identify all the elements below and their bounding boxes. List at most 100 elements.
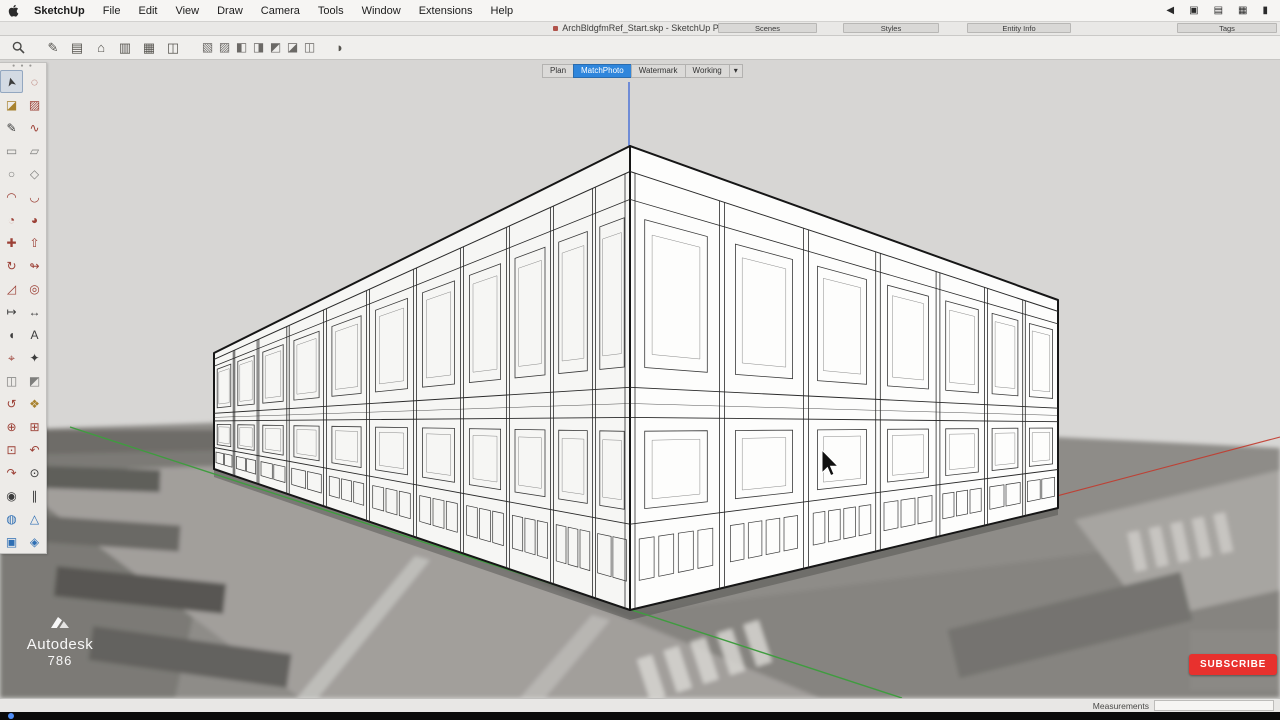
style-monochrome-icon[interactable]: ◪ <box>284 36 301 59</box>
app-menu[interactable]: SketchUp <box>25 0 94 22</box>
tool-rotated-rectangle[interactable]: ▱ <box>23 139 46 162</box>
tool-paint-bucket[interactable]: ▨ <box>23 93 46 116</box>
tool-section-plane-icon: ◫ <box>6 375 17 387</box>
menu-Camera[interactable]: Camera <box>252 5 309 17</box>
tool-look-around[interactable]: ◉ <box>0 484 23 507</box>
tool-polygon-icon: ◇ <box>30 168 39 180</box>
tool-3d-text[interactable]: ✦ <box>23 346 46 369</box>
toolbar-pad-icon[interactable]: ▤ <box>65 36 89 59</box>
tool-section-fill[interactable]: ◩ <box>23 369 46 392</box>
scene-tab-Watermark[interactable]: Watermark <box>631 64 686 78</box>
tool-circle[interactable]: ○ <box>0 162 23 185</box>
tool-two-point-arc[interactable]: ◡ <box>23 185 46 208</box>
tool-freehand[interactable]: ∿ <box>23 116 46 139</box>
tool-tape-measure[interactable]: ↦ <box>0 300 23 323</box>
tool-photo-textures[interactable]: ▣ <box>0 530 23 553</box>
dock-strip <box>0 712 1280 720</box>
apple-menu-icon[interactable] <box>8 4 19 18</box>
tool-line[interactable]: ✎ <box>0 116 23 139</box>
tool-arc[interactable]: ◠ <box>0 185 23 208</box>
menu-Window[interactable]: Window <box>353 5 410 17</box>
video-camera-icon[interactable]: ▣ <box>1189 0 1198 22</box>
tool-walk[interactable]: ∥ <box>23 484 46 507</box>
battery-icon[interactable]: ▮ <box>1262 0 1268 22</box>
tool-add-location[interactable]: ◍ <box>0 507 23 530</box>
style-textured-icon[interactable]: ◩ <box>267 36 284 59</box>
tool-lasso[interactable]: ◌ <box>23 70 46 93</box>
tool-previous-view[interactable]: ↶ <box>23 438 46 461</box>
tool-rotate[interactable]: ↻ <box>0 254 23 277</box>
tool-follow-me[interactable]: ↬ <box>23 254 46 277</box>
tool-zoom-window-icon: ⊞ <box>29 421 39 433</box>
tool-offset[interactable]: ◎ <box>23 277 46 300</box>
scene-tab-MatchPhoto[interactable]: MatchPhoto <box>573 64 632 78</box>
tool-next-view[interactable]: ↷ <box>0 461 23 484</box>
scene-tabs-overflow-icon[interactable]: ▾ <box>729 64 743 78</box>
tool-zoom[interactable]: ⊕ <box>0 415 23 438</box>
measurements-input[interactable] <box>1154 700 1274 711</box>
tool-move[interactable]: ✚ <box>0 231 23 254</box>
tool-protractor[interactable]: ◖ <box>0 323 23 346</box>
document-title: ArchBldgfmRef_Start.skp - SketchUp Pro <box>0 22 1280 35</box>
tool-freehand-icon: ∿ <box>29 122 39 134</box>
tool-next-view-icon: ↷ <box>6 467 16 479</box>
scene-tab-list: PlanMatchPhotoWatermarkWorking <box>543 64 730 78</box>
tool-eraser[interactable]: ◪ <box>0 93 23 116</box>
style-xray-icon[interactable]: ▧ <box>199 36 216 59</box>
tool-pan[interactable]: ❖ <box>23 392 46 415</box>
tray-panel-Scenes[interactable]: Scenes <box>718 23 817 33</box>
tool-text[interactable]: A <box>23 323 46 346</box>
toolbar-left-group: ✎▤⌂▥▦◫ <box>41 36 185 59</box>
tray-panel-Entity Info[interactable]: Entity Info <box>967 23 1071 33</box>
chevron-left-icon[interactable]: ◀ <box>1166 0 1174 22</box>
menu-Help[interactable]: Help <box>482 5 523 17</box>
tool-orbit[interactable]: ↺ <box>0 392 23 415</box>
tool-toggle-terrain[interactable]: △ <box>23 507 46 530</box>
tool-rectangle[interactable]: ▭ <box>0 139 23 162</box>
window-grid-icon[interactable]: ▦ <box>1238 0 1247 22</box>
window-title-bar[interactable]: ArchBldgfmRef_Start.skp - SketchUp Pro S… <box>0 22 1280 36</box>
tool-polygon[interactable]: ◇ <box>23 162 46 185</box>
menu-File[interactable]: File <box>94 5 130 17</box>
tool-scale[interactable]: ◿ <box>0 277 23 300</box>
toolbar-material-icon[interactable]: ◗ <box>328 36 352 59</box>
toolbar-stage-icon[interactable]: ◫ <box>161 36 185 59</box>
tool-section-plane[interactable]: ◫ <box>0 369 23 392</box>
toolbar-sheet-icon[interactable]: ▦ <box>137 36 161 59</box>
tool-toggle-terrain-icon: △ <box>30 513 39 525</box>
style-wireframe-icon[interactable]: ▨ <box>216 36 233 59</box>
display-icon[interactable]: ▤ <box>1214 0 1223 22</box>
toolbar-home-icon[interactable]: ⌂ <box>89 36 113 59</box>
tool-zoom-window[interactable]: ⊞ <box>23 415 46 438</box>
style-shaded-icon[interactable]: ◨ <box>250 36 267 59</box>
style-hidden-line-icon[interactable]: ◧ <box>233 36 250 59</box>
tray-panel-Styles[interactable]: Styles <box>843 23 939 33</box>
tool-eraser-icon: ◪ <box>6 99 17 111</box>
tool-push-pull[interactable]: ⇧ <box>23 231 46 254</box>
subscribe-button[interactable]: SUBSCRIBE <box>1189 654 1277 675</box>
scene-tab-Working[interactable]: Working <box>685 64 730 78</box>
tool-grid: ➤◌ ◪ ▨✎ ∿ ▭▱○ ◇ ◠◡◔◕✚⇧↻↬◿◎↦↔◖A⌖✦ ◫ ◩↺❖⊕ ⊞ ⊡↶ ↷ ⊙◉∥◍ △… <box>0 70 46 553</box>
scene-tab-Plan[interactable]: Plan <box>542 64 574 78</box>
tool-three-point-arc[interactable]: ◔ <box>0 208 23 231</box>
menu-Extensions[interactable]: Extensions <box>410 5 482 17</box>
palette-drag-handle[interactable]: ● ● ● <box>0 63 46 70</box>
menu-Draw[interactable]: Draw <box>208 5 252 17</box>
toolbar-printer-icon[interactable]: ▥ <box>113 36 137 59</box>
tool-zoom-extents[interactable]: ⊡ <box>0 438 23 461</box>
autodesk-logo-icon <box>50 616 70 629</box>
tool-position-camera[interactable]: ⊙ <box>23 461 46 484</box>
tray-panel-Tags[interactable]: Tags <box>1177 23 1277 33</box>
tool-preview-model[interactable]: ◈ <box>23 530 46 553</box>
menu-Edit[interactable]: Edit <box>129 5 166 17</box>
zoom-search-icon[interactable] <box>12 41 25 54</box>
tool-axes[interactable]: ⌖ <box>0 346 23 369</box>
style-back-edges-icon[interactable]: ◫ <box>301 36 318 59</box>
menu-Tools[interactable]: Tools <box>309 5 353 17</box>
toolbar-pencil-icon[interactable]: ✎ <box>41 36 65 59</box>
tool-select[interactable]: ➤ <box>0 70 23 93</box>
model-viewport[interactable] <box>0 60 1280 698</box>
menu-View[interactable]: View <box>166 5 208 17</box>
tool-dimension[interactable]: ↔ <box>23 300 46 323</box>
tool-pie[interactable]: ◕ <box>23 208 46 231</box>
